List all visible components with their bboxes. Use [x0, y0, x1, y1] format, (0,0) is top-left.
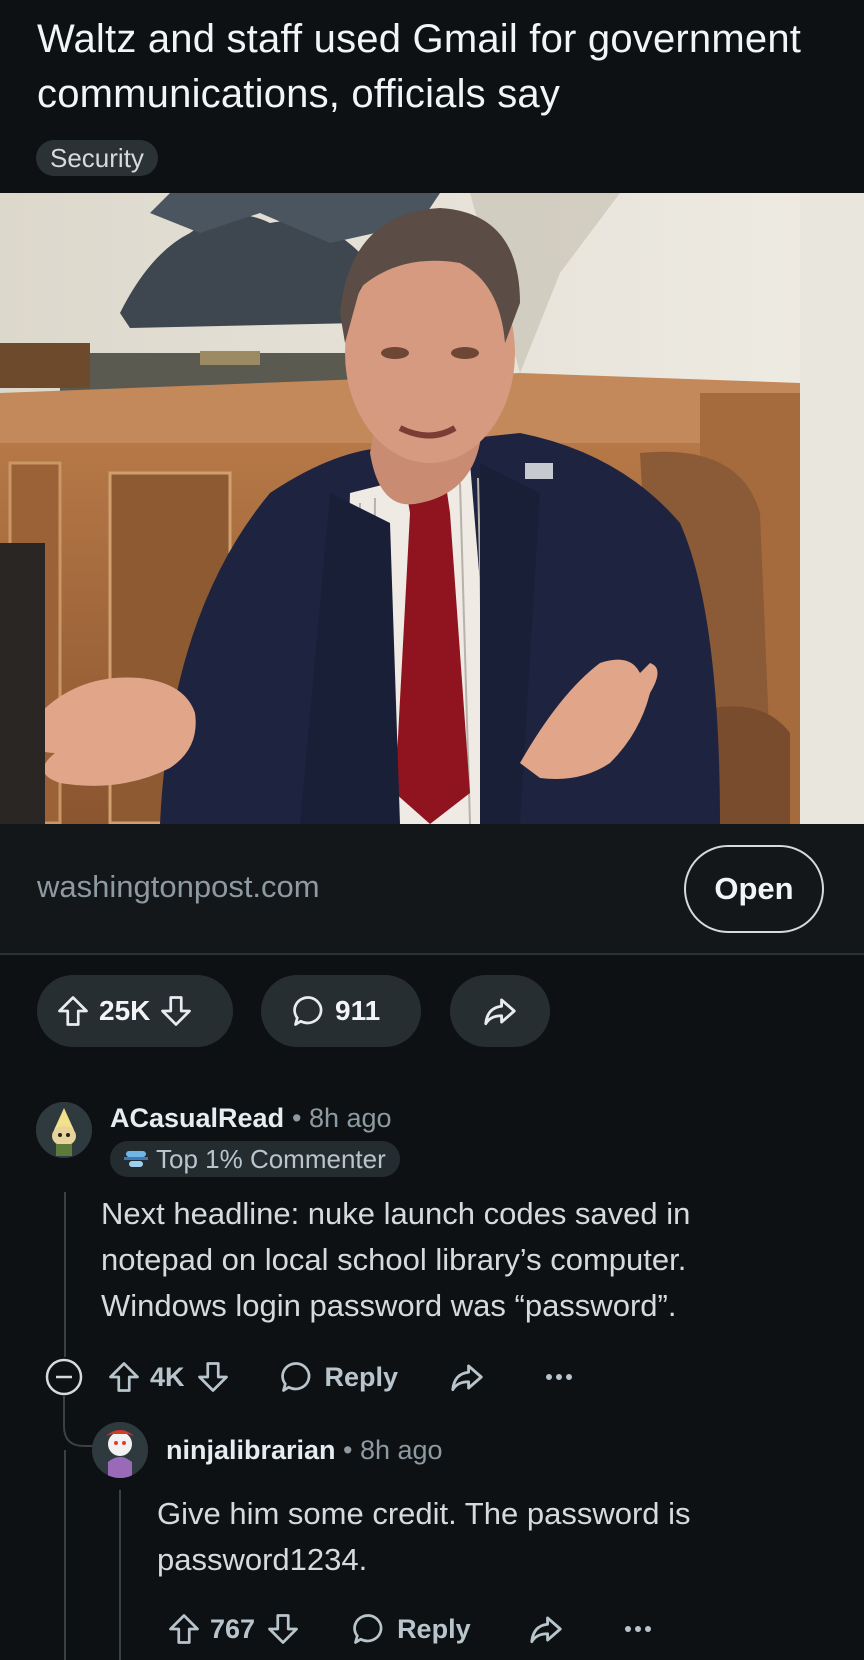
comment-bubble-icon — [280, 1362, 310, 1392]
article-thumbnail[interactable] — [0, 193, 864, 824]
thread-line[interactable] — [64, 1192, 66, 1357]
thread-line[interactable] — [119, 1490, 121, 1660]
comment-actions: 4K Reply — [44, 1354, 574, 1400]
comment-bubble-icon — [291, 993, 327, 1029]
share-icon[interactable] — [527, 1610, 565, 1648]
upvote-icon[interactable] — [55, 993, 91, 1029]
more-options-icon[interactable] — [623, 1624, 653, 1634]
reply-button[interactable]: Reply — [279, 1359, 399, 1395]
share-icon[interactable] — [448, 1358, 486, 1396]
meta-separator: • — [343, 1435, 360, 1465]
comment-body: Next headline: nuke launch codes saved i… — [101, 1196, 691, 1323]
comment-vote-count: 767 — [210, 1613, 256, 1644]
post-vote-count: 25K — [99, 995, 151, 1026]
avatar[interactable] — [92, 1422, 148, 1478]
open-link-button[interactable]: Open — [684, 845, 824, 933]
comment-author[interactable]: ninjalibrarian — [166, 1435, 336, 1466]
vote-pill: 25K — [37, 975, 233, 1047]
meta-separator: • — [292, 1103, 309, 1133]
collapse-thread-icon[interactable] — [44, 1357, 84, 1397]
upvote-icon[interactable] — [106, 1359, 142, 1395]
badge-label: Top 1% Commenter — [156, 1144, 386, 1174]
downvote-icon[interactable] — [158, 993, 194, 1029]
downvote-icon[interactable] — [265, 1611, 301, 1647]
more-options-icon[interactable] — [544, 1372, 574, 1382]
reply-label: Reply — [324, 1361, 399, 1392]
reply-button[interactable]: Reply — [351, 1611, 471, 1647]
comment-meta: • 8h ago — [292, 1103, 392, 1134]
upvote-icon[interactable] — [166, 1611, 202, 1647]
comments-pill[interactable]: 911 — [261, 975, 421, 1047]
link-domain[interactable]: washingtonpost.com — [37, 869, 320, 905]
comment-meta: • 8h ago — [343, 1435, 443, 1466]
post-flair[interactable]: Security — [36, 140, 158, 176]
avatar[interactable] — [36, 1102, 92, 1158]
reply-label: Reply — [397, 1613, 471, 1644]
share-icon — [481, 992, 519, 1030]
comment-author[interactable]: ACasualRead — [110, 1103, 284, 1134]
comment-count: 911 — [335, 995, 381, 1026]
comment-actions: 767 Reply — [166, 1606, 653, 1652]
commenter-badge[interactable]: Top 1% Commenter — [110, 1141, 400, 1177]
comment-body: Give him some credit. The password is pa… — [157, 1496, 691, 1577]
comment-timestamp: 8h ago — [308, 1103, 392, 1133]
post-title: Waltz and staff used Gmail for governmen… — [37, 17, 802, 116]
post-header: Waltz and staff used Gmail for governmen… — [0, 0, 864, 193]
thread-line[interactable] — [64, 1450, 66, 1660]
comment-timestamp: 8h ago — [359, 1435, 443, 1465]
link-preview-bar: washingtonpost.com Open — [0, 824, 864, 955]
comment-bubble-icon — [353, 1614, 383, 1644]
share-button[interactable] — [450, 975, 550, 1047]
badge-icon — [124, 1149, 148, 1169]
comment-vote-count: 4K — [150, 1361, 185, 1392]
downvote-icon[interactable] — [195, 1359, 231, 1395]
